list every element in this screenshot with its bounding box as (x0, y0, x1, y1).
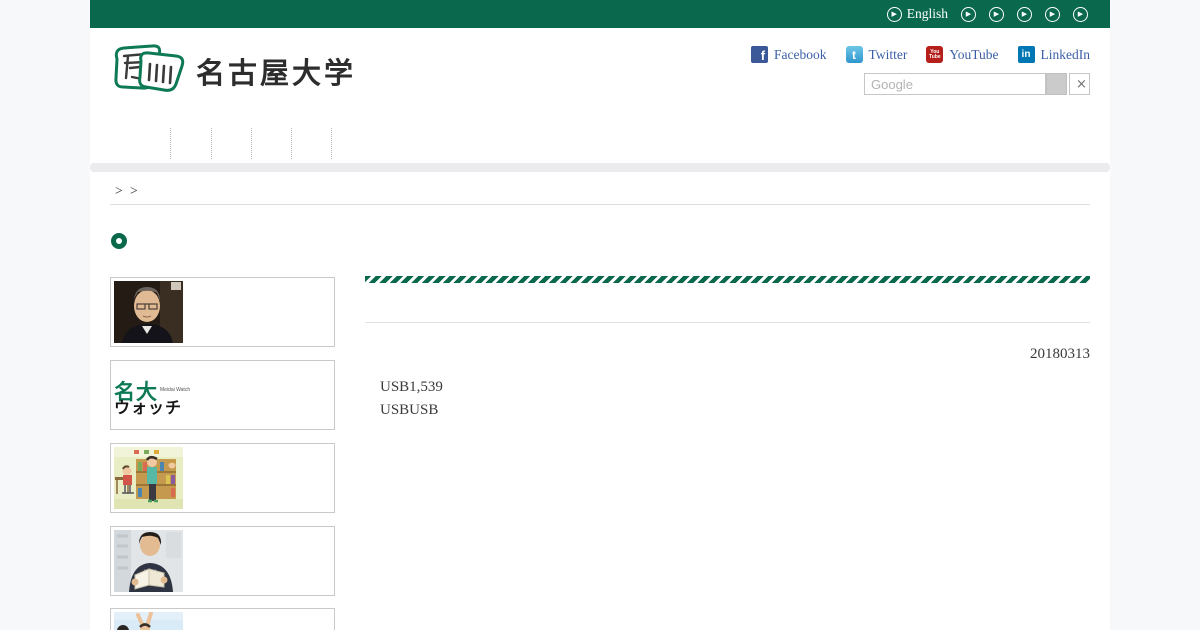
sidebar-banner-students-jumping[interactable] (110, 608, 335, 630)
nav-separator (291, 128, 292, 159)
university-emblem-icon (110, 44, 186, 97)
circle-arrow-icon[interactable]: ▶ (1017, 6, 1032, 22)
nav-bottom-bar (90, 163, 1110, 172)
youtube-link[interactable]: You Tube YouTube (926, 46, 999, 63)
sidebar-banner-president[interactable] (110, 277, 335, 347)
article-text-line: USBUSB (380, 402, 439, 418)
facebook-link[interactable]: f Facebook (751, 46, 827, 63)
search-button[interactable] (1046, 73, 1067, 95)
english-link[interactable]: ▶ English (886, 6, 948, 22)
nav-separator (170, 128, 171, 159)
university-logo[interactable]: 名古屋大学 (110, 44, 356, 97)
search-input[interactable] (864, 73, 1046, 95)
page: ▶ English ▶ ▶ ▶ ▶ ▶ 名古屋大学 f Facebook t T… (0, 0, 1200, 630)
top-utility-bar: ▶ English ▶ ▶ ▶ ▶ ▶ (90, 0, 1110, 28)
linkedin-label: LinkedIn (1040, 46, 1091, 62)
sidebar-banner-student-reading[interactable] (110, 526, 335, 596)
sidebar-banner-illustration[interactable] (110, 443, 335, 513)
circle-arrow-icon[interactable]: ▶ (1045, 6, 1060, 22)
sidebar-banner-meidai-watch[interactable]: 名大 Meidai Watch ウォッチ (110, 360, 335, 430)
university-name: 名古屋大学 (196, 57, 357, 90)
twitter-label: Twitter (868, 46, 908, 62)
linkedin-link[interactable]: in LinkedIn (1017, 46, 1091, 63)
breadcrumb-divider (110, 204, 1090, 205)
page-title-bullet-icon (111, 233, 127, 249)
twitter-link[interactable]: t Twitter (845, 46, 908, 63)
youtube-icon: You Tube (926, 46, 944, 63)
nav-separator (211, 128, 212, 159)
circle-arrow-icon[interactable]: ▶ (961, 6, 976, 22)
students-jumping-photo (114, 612, 183, 630)
article-top-stripe (365, 276, 1090, 283)
nav-separator (251, 128, 252, 159)
linkedin-icon: in (1017, 46, 1035, 63)
clear-search-button[interactable]: × (1069, 73, 1090, 95)
facebook-icon: f (751, 46, 769, 63)
meidai-watch-logo: 名大 Meidai Watch ウォッチ (114, 380, 191, 417)
article-divider (365, 322, 1090, 323)
campus-illustration (114, 447, 183, 509)
circle-arrow-icon[interactable]: ▶ (1073, 6, 1088, 22)
twitter-icon: t (845, 46, 863, 63)
facebook-label: Facebook (774, 46, 827, 62)
article-text-line: USB1,539 (380, 379, 443, 395)
nav-separator (331, 128, 332, 159)
circle-arrow-icon[interactable]: ▶ (989, 6, 1004, 22)
student-reading-photo (114, 530, 183, 592)
social-links: f Facebook t Twitter You Tube YouTube in … (751, 46, 1090, 63)
breadcrumb: > > (115, 183, 140, 198)
president-photo (114, 281, 183, 343)
english-label: English (906, 6, 948, 21)
circle-arrow-icon: ▶ (886, 6, 902, 22)
article-date: 20180313 (1030, 346, 1090, 362)
site-search: × (864, 73, 1090, 95)
youtube-label: YouTube (949, 46, 999, 62)
